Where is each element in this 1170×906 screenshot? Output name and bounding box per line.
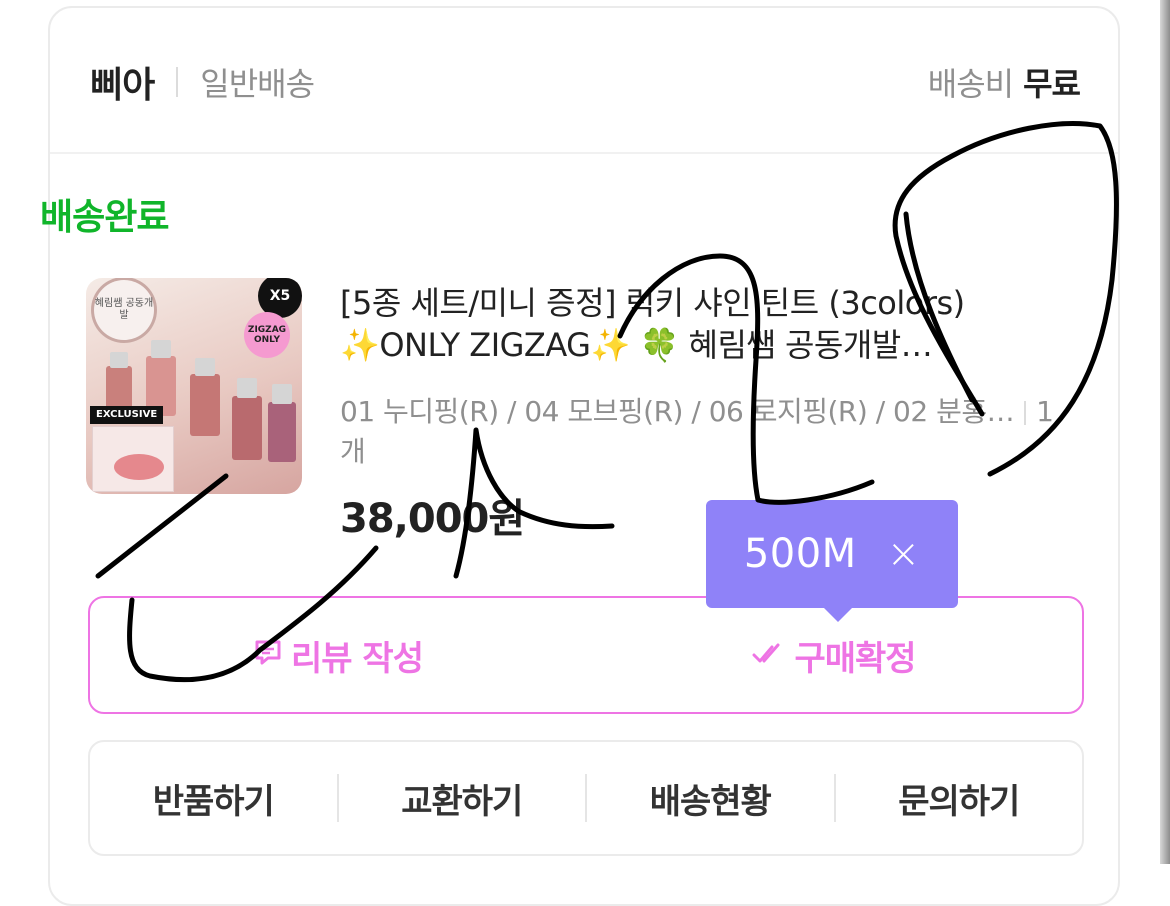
tooltip-text: 500M bbox=[743, 531, 857, 577]
shipping-fee-label: 배송비 bbox=[927, 65, 1014, 103]
product-title-line2: ✨ONLY ZIGZAG✨ 🍀 혜림쌤 공동개발… bbox=[340, 326, 933, 364]
review-confirm-box: 리뷰 작성 구매확정 bbox=[88, 596, 1084, 714]
bottle-cap bbox=[151, 340, 171, 358]
review-note-icon bbox=[253, 637, 283, 674]
product-price: 38,000원 bbox=[340, 496, 525, 542]
shipping-fee: 배송비 무료 bbox=[927, 59, 1081, 105]
order-action-buttons: 반품하기 교환하기 배송현황 문의하기 bbox=[88, 740, 1084, 856]
shipping-fee-value: 무료 bbox=[1023, 65, 1081, 103]
product-thumbnail[interactable]: 혜림쌤 공동개발 X5 ZIGZAG ONLY EXCLUSIVE bbox=[86, 278, 302, 494]
bottle-cap bbox=[195, 358, 215, 376]
shipping-type: 일반배송 bbox=[200, 65, 315, 103]
exclusive-label: EXCLUSIVE bbox=[90, 406, 164, 424]
tint-bottle bbox=[268, 402, 296, 462]
tooltip-arrow bbox=[824, 608, 852, 622]
seller-name[interactable]: 삐아 bbox=[90, 56, 155, 108]
delivery-status: 배송완료 bbox=[40, 197, 169, 238]
write-review-button[interactable]: 리뷰 작성 bbox=[90, 598, 586, 712]
shop-header: 삐아 일반배송 배송비 무료 bbox=[90, 52, 1081, 112]
product-option: 01 누디핑(R) / 04 모브핑(R) / 06 로지핑(R) / 02 분… bbox=[340, 392, 1070, 472]
product-title[interactable]: [5종 세트/미니 증정] 럭키 샤인 틴트 (3colors) ✨ONLY Z… bbox=[340, 282, 1070, 366]
tint-bottle bbox=[232, 396, 262, 460]
write-review-label: 리뷰 작성 bbox=[291, 638, 424, 679]
return-button[interactable]: 반품하기 bbox=[90, 774, 337, 823]
close-icon[interactable]: × bbox=[887, 531, 921, 577]
tracking-button[interactable]: 배송현황 bbox=[587, 774, 834, 823]
co-dev-badge: 혜림쌤 공동개발 bbox=[94, 280, 154, 340]
double-check-icon bbox=[752, 639, 786, 672]
lips-image bbox=[114, 454, 164, 480]
distance-tooltip: 500M × bbox=[706, 500, 958, 622]
scrollbar-edge bbox=[1160, 0, 1170, 864]
bottle-cap bbox=[110, 352, 128, 368]
inquiry-button[interactable]: 문의하기 bbox=[836, 774, 1083, 823]
zigzag-only-badge: ZIGZAG ONLY bbox=[244, 312, 290, 358]
product-title-line1: [5종 세트/미니 증정] 럭키 샤인 틴트 (3colors) bbox=[340, 284, 965, 322]
bottle-cap bbox=[272, 384, 292, 404]
confirm-purchase-label: 구매확정 bbox=[794, 638, 916, 679]
option-text: 01 누디핑(R) / 04 모브핑(R) / 06 로지핑(R) / 02 분… bbox=[340, 395, 1015, 428]
tint-bottle bbox=[190, 374, 220, 436]
section-divider bbox=[50, 152, 1118, 154]
header-divider bbox=[176, 67, 179, 97]
bottle-cap bbox=[237, 378, 257, 398]
exchange-button[interactable]: 교환하기 bbox=[339, 774, 586, 823]
option-divider bbox=[1024, 401, 1027, 425]
